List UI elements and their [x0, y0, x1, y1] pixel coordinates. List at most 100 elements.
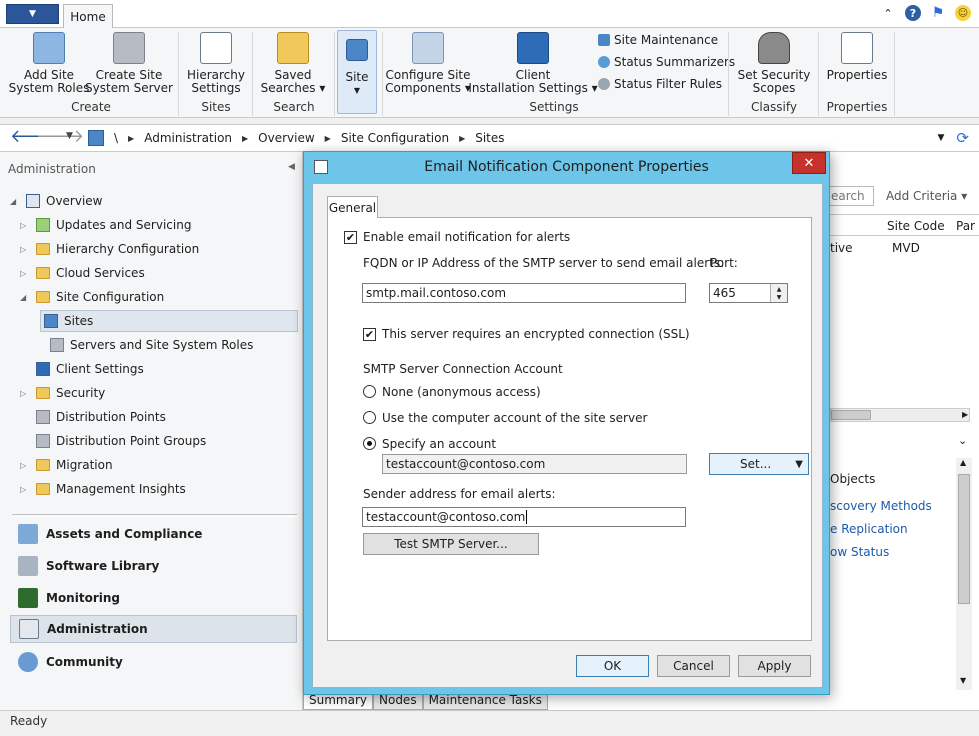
table-row[interactable]: tive MVD [830, 241, 920, 255]
breadcrumb-overview[interactable]: Overview [258, 131, 315, 145]
scrollbar-thumb[interactable] [831, 410, 871, 420]
chevron-down-icon[interactable]: ⌄ [958, 434, 967, 447]
history-dropdown-icon[interactable]: ▼ [66, 131, 73, 141]
workspace-administration[interactable]: Administration [10, 615, 297, 643]
expand-arrow-icon[interactable]: ▷ [20, 245, 30, 254]
link-discovery-methods[interactable]: scovery Methods [830, 499, 932, 513]
radio-computer-account[interactable] [363, 411, 376, 424]
set-security-scopes-button[interactable]: Set Security Scopes [738, 32, 810, 95]
horizontal-scrollbar[interactable] [830, 408, 970, 422]
dropdown-arrow-icon[interactable]: ▼ [795, 459, 803, 470]
smtp-server-input[interactable]: smtp.mail.contoso.com [362, 283, 686, 303]
tree-node-hierarchy-configuration[interactable]: ▷ Hierarchy Configuration [20, 239, 199, 259]
tree-node-distribution-points[interactable]: Distribution Points [36, 407, 166, 427]
add-site-system-roles-button[interactable]: Add Site System Roles [9, 32, 89, 95]
breadcrumb-arrow-icon[interactable]: ▶ [325, 134, 331, 143]
tree-node-management-insights[interactable]: ▷ Management Insights [20, 479, 186, 499]
scroll-up-icon[interactable]: ▲ [960, 458, 966, 467]
tab-general[interactable]: General [327, 196, 378, 218]
general-tab-panel: ✔ Enable email notification for alerts F… [327, 217, 812, 641]
properties-button[interactable]: Properties [826, 32, 888, 82]
workspace-software-library[interactable]: Software Library [10, 552, 297, 580]
scroll-down-icon[interactable]: ▼ [960, 676, 966, 685]
flag-icon[interactable]: ⚑ [930, 5, 946, 21]
group-search-label: Search [273, 100, 315, 114]
breadcrumb-arrow-icon[interactable]: ▶ [242, 134, 248, 143]
add-criteria-button[interactable]: Add Criteria ▾ [886, 189, 967, 203]
expand-arrow-icon[interactable]: ▷ [20, 389, 30, 398]
column-site-code[interactable]: Site Code [887, 219, 945, 233]
set-account-button[interactable]: Set... ▼ [709, 453, 809, 475]
create-site-system-server-button[interactable]: Create Site System Server [85, 32, 173, 95]
site-button[interactable]: Site ▼ [337, 30, 377, 114]
expand-arrow-icon[interactable]: ▷ [20, 269, 30, 278]
tree-node-client-settings[interactable]: Client Settings [36, 359, 144, 379]
close-button[interactable]: ✕ [792, 152, 826, 174]
tree-node-security[interactable]: ▷ Security [20, 383, 105, 403]
sender-address-input[interactable]: testaccount@contoso.com [362, 507, 686, 527]
link-show-status[interactable]: ow Status [830, 545, 889, 559]
help-icon[interactable]: ? [905, 5, 921, 21]
hierarchy-settings-button[interactable]: Hierarchy Settings [186, 32, 246, 95]
collapse-arrow-icon[interactable]: ◢ [10, 197, 20, 206]
configure-site-components-button[interactable]: Configure Site Components ▾ [385, 32, 471, 95]
spin-up-icon[interactable]: ▲ [777, 286, 782, 294]
tree-node-migration[interactable]: ▷ Migration [20, 455, 113, 475]
workspace-community[interactable]: Community [10, 648, 297, 676]
tree-node-cloud-services[interactable]: ▷ Cloud Services [20, 263, 145, 283]
search-input[interactable]: earch [826, 186, 874, 206]
breadcrumb-site-configuration[interactable]: Site Configuration [341, 131, 449, 145]
tab-home[interactable]: Home [63, 4, 113, 29]
expand-arrow-icon[interactable]: ▷ [20, 221, 30, 230]
vertical-scrollbar[interactable]: ▲ ▼ [956, 458, 972, 690]
client-installation-label: Client Installation Settings ▾ [468, 68, 598, 95]
breadcrumb-arrow-icon[interactable]: ▶ [459, 134, 465, 143]
radio-none[interactable] [363, 385, 376, 398]
breadcrumb-root[interactable]: \ [114, 131, 118, 145]
saved-searches-button[interactable]: Saved Searches ▾ [260, 32, 326, 95]
port-stepper[interactable]: 465 ▲ ▼ [709, 283, 788, 303]
status-filter-rules-button[interactable]: Status Filter Rules [598, 77, 722, 91]
port-spinner[interactable]: ▲ ▼ [770, 284, 787, 302]
breadcrumb-administration[interactable]: Administration [144, 131, 232, 145]
workspace-divider[interactable] [12, 514, 297, 517]
column-parent[interactable]: Par [956, 219, 975, 233]
ssl-checkbox[interactable]: ✔ [363, 328, 376, 341]
status-summarizers-button[interactable]: Status Summarizers [598, 55, 735, 69]
collapse-arrow-icon[interactable]: ◢ [20, 293, 30, 302]
scrollbar-thumb[interactable] [958, 474, 970, 604]
breadcrumb-sites[interactable]: Sites [475, 131, 504, 145]
apply-button[interactable]: Apply [738, 655, 811, 677]
breadcrumb-arrow-icon[interactable]: ▶ [128, 134, 134, 143]
cancel-button[interactable]: Cancel [657, 655, 730, 677]
address-dropdown-icon[interactable]: ▼ [938, 133, 945, 143]
tree-node-sites[interactable]: Sites [44, 311, 93, 331]
ok-button[interactable]: OK [576, 655, 649, 677]
link-replication[interactable]: e Replication [830, 522, 908, 536]
workspace-monitoring[interactable]: Monitoring [10, 584, 297, 612]
app-menu-button[interactable]: ▼ [6, 4, 59, 24]
set-account-label: Set... [740, 457, 772, 471]
group-settings-label: Settings [529, 100, 579, 114]
tree-node-updates-and-servicing[interactable]: ▷ Updates and Servicing [20, 215, 191, 235]
enable-email-checkbox[interactable]: ✔ [344, 231, 357, 244]
radio-specify-account[interactable] [363, 437, 376, 450]
tree-node-servers-and-site-system-roles[interactable]: Servers and Site System Roles [50, 335, 253, 355]
spin-down-icon[interactable]: ▼ [777, 294, 782, 302]
refresh-icon[interactable]: ⟳ [956, 129, 969, 147]
expand-arrow-icon[interactable]: ▷ [20, 485, 30, 494]
smiley-feedback-icon[interactable]: ☺ [955, 5, 971, 21]
site-maintenance-button[interactable]: Site Maintenance [598, 33, 718, 47]
scroll-right-icon[interactable]: ▶ [962, 410, 968, 419]
tree-node-overview[interactable]: ◢ Overview [10, 191, 103, 211]
expand-arrow-icon[interactable]: ▷ [20, 461, 30, 470]
chevron-up-icon[interactable]: ⌃ [880, 5, 896, 21]
collapse-pane-icon[interactable]: ◀ [288, 162, 295, 172]
test-smtp-server-button[interactable]: Test SMTP Server... [363, 533, 539, 555]
client-installation-settings-button[interactable]: Client Installation Settings ▾ [468, 32, 598, 95]
workspace-assets-and-compliance[interactable]: Assets and Compliance [10, 520, 297, 548]
tree-node-site-configuration[interactable]: ◢ Site Configuration [20, 287, 164, 307]
back-arrow-icon[interactable]: 🡐 [10, 128, 58, 147]
tree-node-distribution-point-groups[interactable]: Distribution Point Groups [36, 431, 206, 451]
forward-arrow-icon[interactable]: 🡒 [36, 128, 84, 147]
